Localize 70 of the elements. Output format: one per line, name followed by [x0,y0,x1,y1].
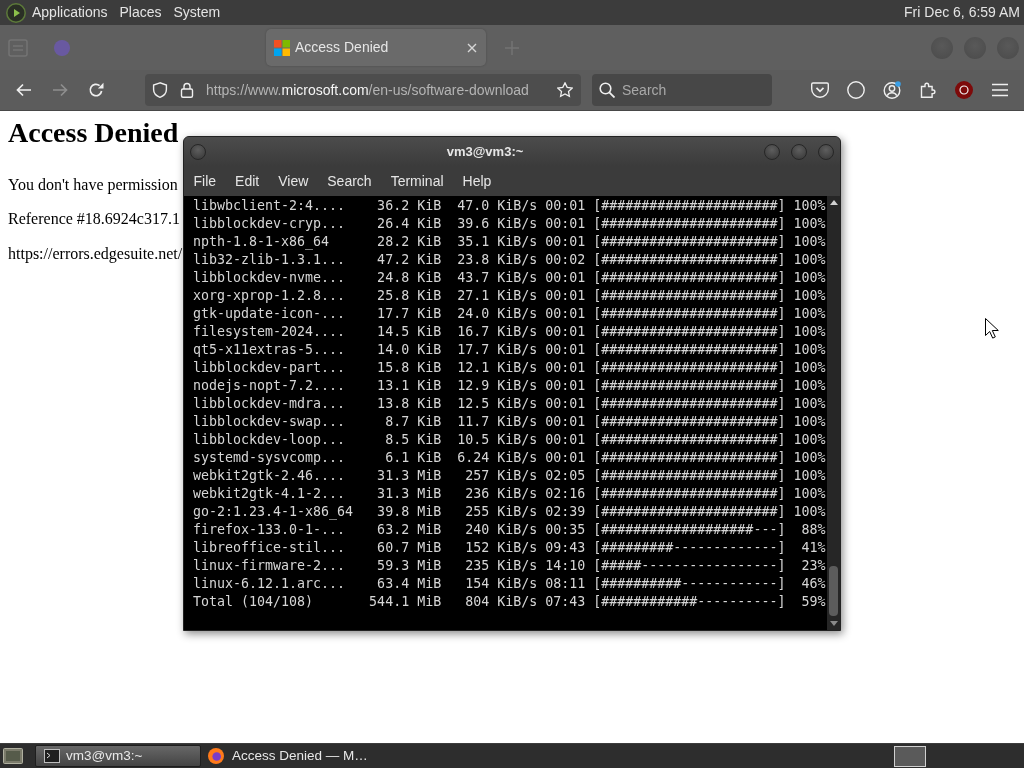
terminal-line: linux-firmware-2... 59.3 MiB 235 KiB/s 14:10 [#####-----------------] 23% [193,557,827,575]
page-text: Reference #18.6924c317.1 [8,210,180,229]
play-circle-icon[interactable] [6,2,26,23]
menu-item[interactable]: Applications [26,0,114,25]
terminal-line: libblockdev-nvme... 24.8 KiB 43.7 KiB/s 00:01 [######################] 100% [193,269,827,287]
scrollbar-thumb[interactable] [829,566,838,616]
menu-item[interactable]: Help [453,166,501,196]
menu-item[interactable]: Places [113,0,168,25]
circle-icon[interactable] [847,81,865,99]
menu-icon[interactable] [992,83,1008,97]
page-heading: Access Denied [8,116,179,150]
terminal-line: libblockdev-loop... 8.5 KiB 10.5 KiB/s 00:01 [######################] 100% [193,431,827,449]
page-text: You don't have permission [8,175,178,194]
search-icon [599,82,615,98]
terminal-line: gtk-update-icon-... 17.7 KiB 24.0 KiB/s 00:01 [######################] 100% [193,305,827,323]
address-bar[interactable]: https://www.microsoft.com/en-us/software-download [145,74,581,106]
close-icon[interactable] [467,42,477,53]
terminal-line: Total (104/108) 544.1 MiB 804 KiB/s 07:43 [############----------] 59% [193,593,827,611]
terminal-line: firefox-133.0-1-... 63.2 MiB 240 KiB/s 00:35 [###################---] 88% [193,521,827,539]
terminal-line: libreoffice-stil... 60.7 MiB 152 KiB/s 09:43 [#########-------------] 41% [193,539,827,557]
site-icon [54,39,70,56]
scroll-up-icon[interactable] [829,200,838,205]
terminal-line: qt5-x11extras-5.... 14.0 KiB 17.7 KiB/s 00:01 [######################] 100% [193,341,827,359]
scroll-down-icon[interactable] [829,621,838,626]
terminal-line: filesystem-2024.... 14.5 KiB 16.7 KiB/s 00:01 [######################] 100% [193,323,827,341]
taskbar-button[interactable]: vm3@vm3:~ [35,745,201,767]
back-icon [16,82,32,98]
workspace-switcher[interactable] [894,745,926,767]
search-field[interactable]: Search [592,74,772,106]
browser-tab[interactable]: Access Denied [266,29,486,66]
terminal-line: systemd-sysvcomp... 6.1 KiB 6.24 KiB/s 00:01 [######################] 100% [193,449,827,467]
page-text: https://errors.edgesuite.net/ [8,244,183,263]
terminal-line: go-2:1.23.4-1-x86_64 39.8 MiB 255 KiB/s 02:39 [######################] 100% [193,503,827,521]
menu-item[interactable]: Search [317,166,382,196]
terminal-line: linux-6.12.1.arc... 63.4 MiB 154 KiB/s 08:11 [##########------------] 46% [193,575,827,593]
terminal-line: nodejs-nopt-7.2.... 13.1 KiB 12.9 KiB/s 00:01 [######################] 100% [193,377,827,395]
taskbar-button[interactable]: Access Denied — M… [204,745,364,767]
menu-item[interactable]: File [184,166,226,196]
terminal-line: xorg-xprop-1.2.8... 25.8 KiB 27.1 KiB/s 00:01 [######################] 100% [193,287,827,305]
four-squares-icon [274,39,290,56]
reload-icon [88,82,104,98]
addon-icon[interactable] [955,81,973,99]
terminal-line: libblockdev-cryp... 26.4 KiB 39.6 KiB/s 00:01 [######################] 100% [193,215,827,233]
terminal-line: webkit2gtk-2.46.... 31.3 MiB 257 KiB/s 02:05 [######################] 100% [193,467,827,485]
window-title: vm3@vm3:~ [445,142,525,161]
menu-item[interactable]: Edit [225,166,269,196]
mouse-pointer-icon [985,318,999,339]
browser-icon [208,748,224,764]
account-icon[interactable] [883,81,901,99]
star-icon[interactable] [557,82,573,98]
terminal-line: webkit2gtk-4.1-2... 31.3 MiB 236 KiB/s 02:16 [######################] 100% [193,485,827,503]
url-text: https://www.microsoft.com/en-us/software-download [206,80,529,100]
terminal-line: libblockdev-part... 15.8 KiB 12.1 KiB/s 00:01 [######################] 100% [193,359,827,377]
menu-item[interactable]: System [167,0,227,25]
terminal-line: libblockdev-mdra... 13.8 KiB 12.5 KiB/s 00:01 [######################] 100% [193,395,827,413]
terminal-icon [44,749,60,763]
clock-text[interactable]: Fri Dec 6, 6:59 AM [904,0,1024,25]
shield-icon[interactable] [152,82,168,98]
terminal-line: lib32-zlib-1.3.1... 47.2 KiB 23.8 KiB/s 00:02 [######################] 100% [193,251,827,269]
terminal-line: libwbclient-2:4.... 36.2 KiB 47.0 KiB/s 00:01 [######################] 100% [193,197,827,215]
lock-icon[interactable] [179,82,195,98]
puzzle-icon[interactable] [920,82,936,98]
save-icon[interactable] [811,82,829,98]
desktop-icon[interactable] [3,748,23,764]
terminal-line: npth-1.8-1-x86_64 28.2 KiB 35.1 KiB/s 00:01 [######################] 100% [193,233,827,251]
menu-item[interactable]: View [268,166,318,196]
terminal-line: libblockdev-swap... 8.7 KiB 11.7 KiB/s 00:01 [######################] 100% [193,413,827,431]
forward-icon [52,82,68,98]
menu-item[interactable]: Terminal [381,166,454,196]
scrollbar[interactable] [827,196,840,630]
